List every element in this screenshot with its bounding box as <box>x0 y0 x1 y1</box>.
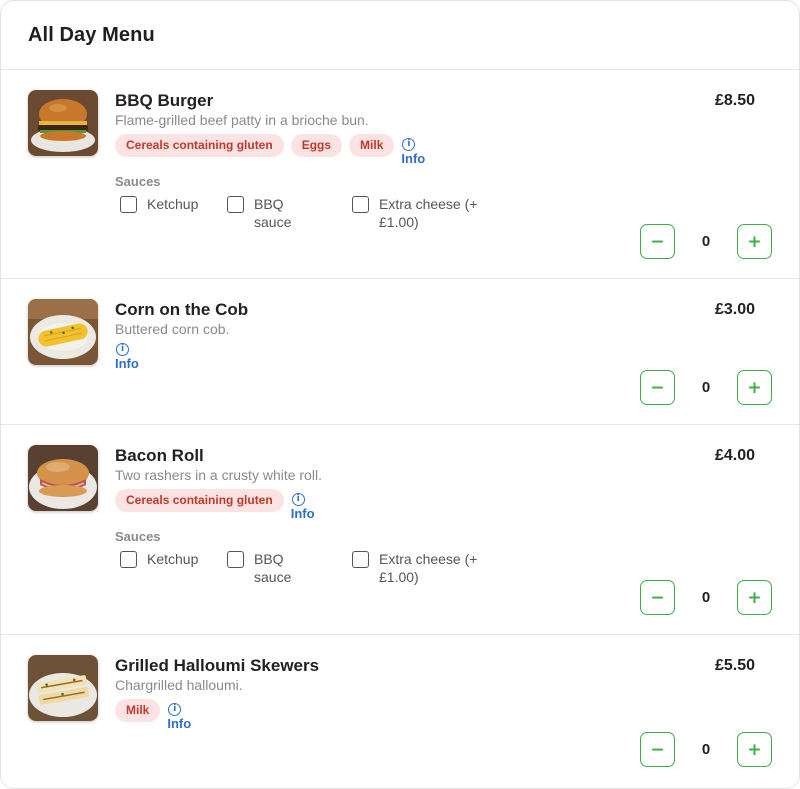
allergen-tags: Milk i Info <box>115 699 535 732</box>
extra-cheese-checkbox[interactable] <box>352 196 369 213</box>
item-name: Bacon Roll <box>115 446 204 465</box>
item-description: Flame-grilled beef patty in a brioche bu… <box>115 112 369 128</box>
sauce-option-extra-cheese[interactable]: Extra cheese (+ £1.00) <box>352 195 499 231</box>
sauce-options: Ketchup BBQ sauce Extra cheese (+ £1.00) <box>115 550 535 590</box>
increase-quantity-button[interactable]: + <box>737 580 772 615</box>
sauce-option-bbq[interactable]: BBQ sauce <box>227 550 310 586</box>
extra-cheese-checkbox[interactable] <box>352 551 369 568</box>
corn-image <box>28 299 98 365</box>
item-details: Grilled Halloumi Skewers Chargrilled hal… <box>115 655 535 732</box>
item-name: Grilled Halloumi Skewers <box>115 656 320 675</box>
sauces-title: Sauces <box>115 529 161 544</box>
item-name: Corn on the Cob <box>115 300 249 319</box>
quantity-value: 0 <box>701 589 711 606</box>
menu-item-bbq-burger: BBQ Burger Flame-grilled beef patty in a… <box>1 70 799 279</box>
sauce-option-ketchup[interactable]: Ketchup <box>120 195 217 213</box>
allergen-tag: Eggs <box>290 134 343 157</box>
sauce-option-extra-cheese[interactable]: Extra cheese (+ £1.00) <box>352 550 499 586</box>
item-description: Two rashers in a crusty white roll. <box>115 467 322 483</box>
decrease-quantity-button[interactable]: − <box>640 580 675 615</box>
ketchup-checkbox[interactable] <box>120 551 137 568</box>
menu-item-corn-on-the-cob: Corn on the Cob Buttered corn cob. i Inf… <box>1 279 799 425</box>
info-button[interactable]: i Info <box>291 489 315 522</box>
allergen-tag: Cereals containing gluten <box>115 134 284 157</box>
bbq-sauce-checkbox[interactable] <box>227 196 244 213</box>
info-icon: i <box>291 493 305 506</box>
info-label: Info <box>115 356 139 371</box>
info-icon: i <box>402 138 416 151</box>
sauce-label: BBQ sauce <box>254 196 292 230</box>
decrease-quantity-button[interactable]: − <box>640 732 675 767</box>
sauce-label: Extra cheese (+ £1.00) <box>379 196 478 230</box>
increase-quantity-button[interactable]: + <box>737 370 772 405</box>
info-button[interactable]: i Info <box>167 699 191 732</box>
ketchup-checkbox[interactable] <box>120 196 137 213</box>
decrease-quantity-button[interactable]: − <box>640 224 675 259</box>
allergen-tags: i Info <box>115 339 535 372</box>
item-price: £4.00 <box>714 447 755 464</box>
allergen-tag: Milk <box>115 699 161 722</box>
menu-item-grilled-halloumi-skewers: Grilled Halloumi Skewers Chargrilled hal… <box>1 635 799 788</box>
quantity-value: 0 <box>701 379 711 396</box>
item-details: Corn on the Cob Buttered corn cob. i Inf… <box>115 299 535 372</box>
item-price: £3.00 <box>714 301 755 318</box>
quantity-value: 0 <box>701 741 711 758</box>
sauce-option-ketchup[interactable]: Ketchup <box>120 550 217 568</box>
menu-header: All Day Menu <box>1 1 799 70</box>
allergen-tag: Milk <box>349 134 395 157</box>
info-button[interactable]: i Info <box>115 339 139 372</box>
sauce-label: Ketchup <box>147 551 199 567</box>
sauces-title: Sauces <box>115 174 161 189</box>
allergen-tags: Cereals containing gluten Eggs Milk i In… <box>115 134 535 167</box>
sauce-option-bbq[interactable]: BBQ sauce <box>227 195 310 231</box>
menu-title: All Day Menu <box>28 23 155 46</box>
item-description: Chargrilled halloumi. <box>115 677 243 693</box>
sauce-label: BBQ sauce <box>254 551 292 585</box>
quantity-stepper: − 0 + <box>640 224 772 259</box>
info-button[interactable]: i Info <box>401 134 425 167</box>
increase-quantity-button[interactable]: + <box>737 224 772 259</box>
sauce-label: Ketchup <box>147 196 199 212</box>
item-details: BBQ Burger Flame-grilled beef patty in a… <box>115 90 535 235</box>
info-icon: i <box>116 343 129 356</box>
decrease-quantity-button[interactable]: − <box>640 370 675 405</box>
info-label: Info <box>401 151 426 166</box>
quantity-stepper: − 0 + <box>640 370 772 405</box>
info-label: Info <box>290 506 315 521</box>
info-icon: i <box>168 703 182 716</box>
sauce-label: Extra cheese (+ £1.00) <box>379 551 478 585</box>
quantity-stepper: − 0 + <box>640 732 772 767</box>
item-description: Buttered corn cob. <box>115 321 230 337</box>
bbq-sauce-checkbox[interactable] <box>227 551 244 568</box>
quantity-value: 0 <box>701 233 711 250</box>
halloumi-image <box>28 655 98 721</box>
item-name: BBQ Burger <box>115 91 214 110</box>
item-price: £8.50 <box>714 92 755 109</box>
menu-item-bacon-roll: Bacon Roll Two rashers in a crusty white… <box>1 425 799 635</box>
item-price: £5.50 <box>714 657 755 674</box>
allergen-tags: Cereals containing gluten i Info <box>115 489 535 522</box>
quantity-stepper: − 0 + <box>640 580 772 615</box>
allergen-tag: Cereals containing gluten <box>115 489 284 512</box>
sauce-options: Ketchup BBQ sauce Extra cheese (+ £1.00) <box>115 195 535 235</box>
increase-quantity-button[interactable]: + <box>737 732 772 767</box>
menu-card: All Day Menu BBQ Burger Flame-grilled be… <box>0 0 800 789</box>
info-label: Info <box>167 716 192 731</box>
item-details: Bacon Roll Two rashers in a crusty white… <box>115 445 535 590</box>
burger-image <box>28 90 98 156</box>
bacon-roll-image <box>28 445 98 511</box>
